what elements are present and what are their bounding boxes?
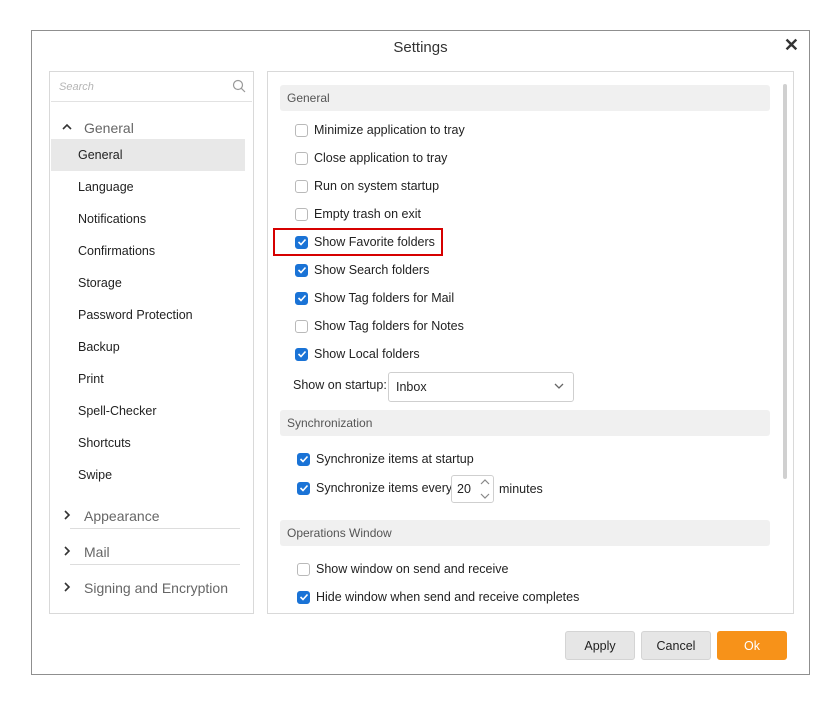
- option-close-to-tray[interactable]: Close application to tray: [295, 147, 447, 169]
- option-label: Minimize application to tray: [314, 123, 465, 137]
- group-signing-and-encryption[interactable]: Signing and Encryption: [50, 575, 238, 601]
- sidebar-item-confirmations[interactable]: Confirmations: [51, 235, 245, 267]
- settings-content: General Minimize application to tray Clo…: [267, 71, 794, 614]
- option-label: Synchronize items at startup: [316, 452, 474, 466]
- scrollbar[interactable]: [783, 84, 787, 479]
- option-show-search-folders[interactable]: Show Search folders: [295, 259, 429, 281]
- checkbox[interactable]: [295, 123, 308, 137]
- option-show-tag-folders-notes[interactable]: Show Tag folders for Notes: [295, 315, 464, 337]
- option-label: Show Favorite folders: [314, 235, 435, 249]
- option-hide-window-on-complete[interactable]: Hide window when send and receive comple…: [297, 586, 579, 608]
- option-label: Show Tag folders for Mail: [314, 291, 455, 305]
- option-sync-every[interactable]: Synchronize items every: [297, 477, 452, 499]
- sidebar-item-language[interactable]: Language: [51, 171, 245, 203]
- sync-interval-value: 20: [457, 482, 471, 496]
- option-label: Show Tag folders for Notes: [314, 319, 464, 333]
- checkbox[interactable]: [295, 179, 308, 193]
- checkbox-checked[interactable]: [295, 235, 308, 249]
- section-sync-header: Synchronization: [280, 410, 770, 436]
- checkbox[interactable]: [295, 207, 308, 221]
- search-input[interactable]: [57, 73, 231, 101]
- ok-button[interactable]: Ok: [717, 631, 787, 660]
- option-label: Synchronize items every: [316, 481, 453, 495]
- chevron-up-icon[interactable]: [480, 478, 490, 486]
- interval-unit: minutes: [499, 482, 543, 496]
- chevron-down-icon: [554, 383, 564, 389]
- option-label: Show Search folders: [314, 263, 430, 277]
- option-sync-at-startup[interactable]: Synchronize items at startup: [297, 448, 474, 470]
- startup-select-value: Inbox: [396, 380, 427, 394]
- checkbox-checked[interactable]: [297, 481, 310, 495]
- option-label: Run on system startup: [314, 179, 440, 193]
- option-minimize-to-tray[interactable]: Minimize application to tray: [295, 119, 465, 141]
- option-empty-trash[interactable]: Empty trash on exit: [295, 203, 421, 225]
- checkbox-checked[interactable]: [295, 291, 308, 305]
- section-general-header: General: [280, 85, 770, 111]
- sidebar: General General Language Notifications C…: [49, 71, 254, 614]
- chevron-right-icon: [60, 581, 74, 595]
- apply-button[interactable]: Apply: [565, 631, 635, 660]
- option-label: Show Local folders: [314, 347, 420, 361]
- group-general[interactable]: General: [50, 115, 238, 141]
- option-label: Empty trash on exit: [314, 207, 421, 221]
- chevron-up-icon: [60, 121, 74, 135]
- checkbox-checked[interactable]: [295, 263, 308, 277]
- option-run-on-startup[interactable]: Run on system startup: [295, 175, 439, 197]
- divider: [70, 564, 240, 565]
- group-label: Signing and Encryption: [84, 580, 228, 596]
- section-ops-header: Operations Window: [280, 520, 770, 546]
- chevron-down-icon[interactable]: [480, 492, 490, 500]
- search-box: [51, 73, 252, 102]
- sidebar-item-general[interactable]: General: [51, 139, 245, 171]
- sidebar-item-password-protection[interactable]: Password Protection: [51, 299, 245, 331]
- group-label: General: [84, 120, 134, 136]
- stepper-arrows: [480, 478, 490, 500]
- option-label: Show window on send and receive: [316, 562, 509, 576]
- sidebar-item-spell-checker[interactable]: Spell-Checker: [51, 395, 245, 427]
- checkbox-checked[interactable]: [297, 452, 310, 466]
- sidebar-item-shortcuts[interactable]: Shortcuts: [51, 427, 245, 459]
- group-mail[interactable]: Mail: [50, 539, 238, 565]
- option-show-send-receive-window[interactable]: Show window on send and receive: [297, 558, 508, 580]
- group-appearance[interactable]: Appearance: [50, 503, 238, 529]
- sidebar-item-print[interactable]: Print: [51, 363, 245, 395]
- option-show-tag-folders-mail[interactable]: Show Tag folders for Mail: [295, 287, 454, 309]
- group-label: Appearance: [84, 508, 160, 524]
- checkbox-checked[interactable]: [295, 347, 308, 361]
- checkbox[interactable]: [295, 151, 308, 165]
- checkbox[interactable]: [295, 319, 308, 333]
- chevron-right-icon: [60, 545, 74, 559]
- window-title: Settings: [393, 39, 448, 56]
- sync-interval-stepper[interactable]: 20: [451, 475, 494, 503]
- startup-select[interactable]: Inbox: [388, 372, 574, 402]
- divider: [70, 528, 240, 529]
- sidebar-item-storage[interactable]: Storage: [51, 267, 245, 299]
- chevron-right-icon: [60, 509, 74, 523]
- sidebar-item-swipe[interactable]: Swipe: [51, 459, 245, 491]
- group-label: Mail: [84, 544, 110, 560]
- sidebar-item-backup[interactable]: Backup: [51, 331, 245, 363]
- close-icon[interactable]: ✕: [784, 35, 799, 56]
- option-label: Close application to tray: [314, 151, 448, 165]
- startup-label: Show on startup:: [293, 378, 387, 392]
- option-show-local-folders[interactable]: Show Local folders: [295, 343, 420, 365]
- cancel-button[interactable]: Cancel: [641, 631, 711, 660]
- checkbox-checked[interactable]: [297, 590, 310, 604]
- option-label: Hide window when send and receive comple…: [316, 590, 580, 604]
- search-icon[interactable]: [232, 79, 246, 93]
- settings-window: Settings ✕ General General Language Noti…: [31, 30, 810, 675]
- option-show-favorite-folders[interactable]: Show Favorite folders: [295, 231, 435, 253]
- checkbox[interactable]: [297, 562, 310, 576]
- sidebar-item-notifications[interactable]: Notifications: [51, 203, 245, 235]
